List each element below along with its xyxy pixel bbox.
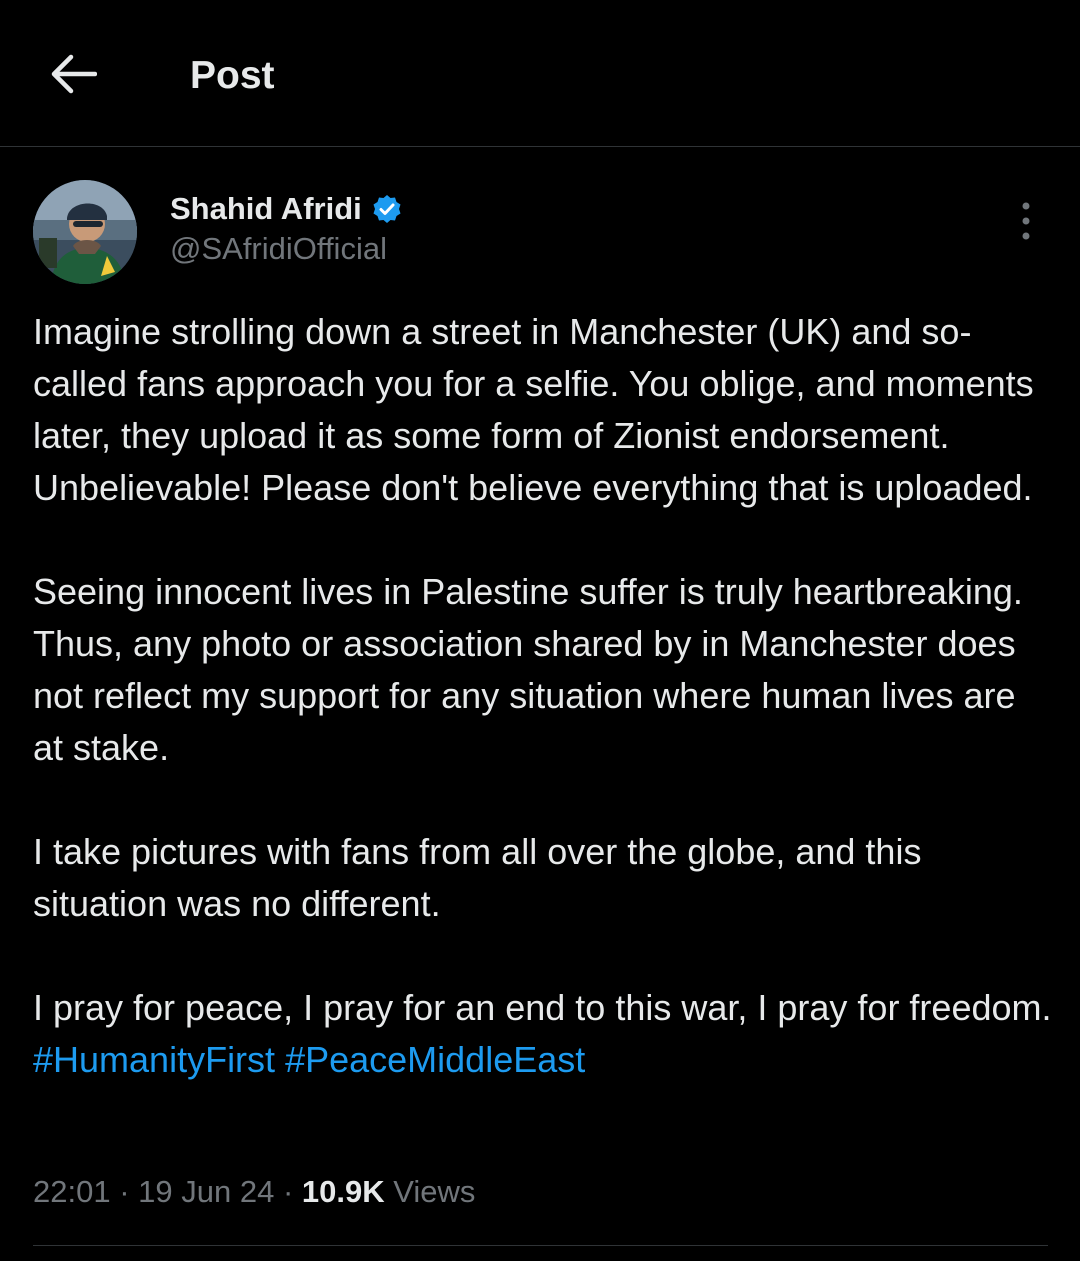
views-count[interactable]: 10.9K <box>302 1174 385 1209</box>
page-title: Post <box>190 54 275 97</box>
profile-photo-icon <box>33 180 137 284</box>
meta-separator: · <box>282 1174 294 1209</box>
post-paragraph-text: I pray for peace, I pray for an end to t… <box>33 987 1052 1028</box>
post-date[interactable]: 19 Jun 24 <box>138 1174 274 1209</box>
post-paragraph: I take pictures with fans from all over … <box>33 831 932 924</box>
vertical-ellipsis-icon <box>1022 202 1030 240</box>
meta-separator: · <box>119 1174 130 1209</box>
divider <box>33 1245 1048 1246</box>
more-options-button[interactable] <box>1006 196 1046 246</box>
post-paragraph-final: I pray for peace, I pray for an end to t… <box>33 982 1053 1086</box>
post-screen: Post Shahid Afridi @SAfridiOfficial Imag… <box>0 0 1080 1261</box>
post-time[interactable]: 22:01 <box>33 1174 111 1209</box>
post-paragraph: Imagine strolling down a street in Manch… <box>33 311 1044 508</box>
post-text: Imagine strolling down a street in Manch… <box>33 306 1053 1086</box>
arrow-left-icon <box>51 54 97 94</box>
post-paragraph: Seeing innocent lives in Palestine suffe… <box>33 571 1033 768</box>
post-metadata: 22:01 · 19 Jun 24 · 10.9K Views <box>33 1172 475 1212</box>
verified-badge-icon <box>372 194 402 224</box>
author-name[interactable]: Shahid Afridi <box>170 190 362 228</box>
back-button[interactable] <box>44 44 104 104</box>
top-bar: Post <box>0 0 1080 147</box>
avatar[interactable] <box>33 180 137 284</box>
author-handle[interactable]: @SAfridiOfficial <box>170 230 387 268</box>
views-label[interactable]: Views <box>393 1174 475 1209</box>
hashtag-link[interactable]: #HumanityFirst <box>33 1039 275 1080</box>
author-name-row[interactable]: Shahid Afridi <box>170 190 402 228</box>
hashtag-link[interactable]: #PeaceMiddleEast <box>285 1039 585 1080</box>
